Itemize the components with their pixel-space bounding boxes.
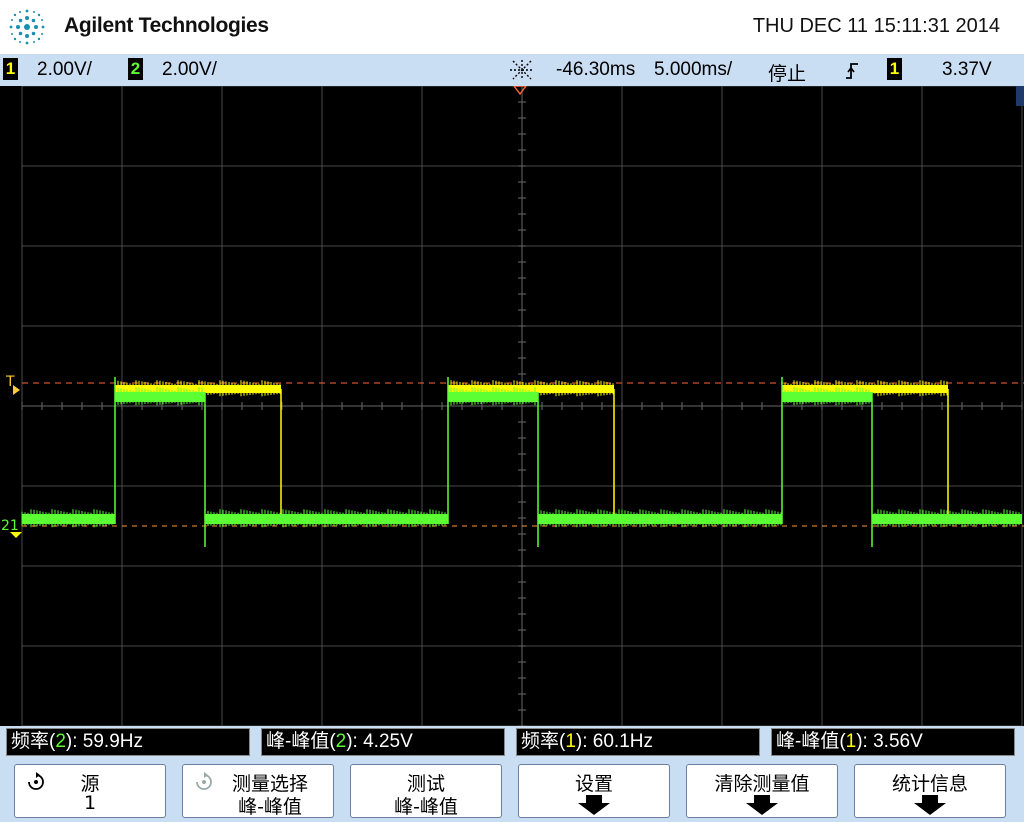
trigger-source-badge[interactable]: 1 — [887, 58, 902, 80]
meas-label: 峰-峰值( — [776, 731, 846, 752]
measurement-pkpk-ch2[interactable]: 峰-峰值(2): 4.25V — [261, 728, 505, 756]
status-bar: 1 2.00V/ 2 2.00V/ -46.30ms 5.000ms/ 停止 1… — [0, 54, 1024, 86]
softkey-settings-label: 设置 — [574, 773, 613, 795]
softkey-test[interactable]: 测试 峰-峰值 — [350, 764, 502, 818]
softkey-clear-measurements[interactable]: 清除测量值 — [686, 764, 838, 818]
brand-name: Agilent Technologies — [64, 14, 269, 37]
down-arrow-icon — [914, 795, 946, 815]
ch2-scale: 2.00V/ — [162, 59, 217, 80]
measurement-freq-ch1[interactable]: 频率(1): 60.1Hz — [516, 728, 760, 756]
softkey-test-value: 峰-峰值 — [394, 796, 458, 818]
meas-value: ): 60.1Hz — [575, 731, 653, 752]
measurement-pkpk-ch1[interactable]: 峰-峰值(1): 3.56V — [771, 728, 1015, 756]
meas-label: 峰-峰值( — [266, 731, 336, 752]
agilent-logo-icon — [9, 9, 45, 45]
meas-channel: 1 — [565, 731, 576, 752]
trigger-time-marker — [513, 86, 527, 96]
softkey-statistics[interactable]: 统计信息 — [854, 764, 1006, 818]
softkey-source-value: 1 — [83, 792, 97, 814]
time-scale: 5.000ms/ — [654, 59, 733, 80]
softkey-statistics-label: 统计信息 — [891, 773, 968, 795]
datetime: THU DEC 11 15:11:31 2014 — [752, 15, 1000, 37]
meas-label: 频率( — [521, 731, 566, 752]
meas-value: ): 4.25V — [346, 731, 413, 752]
softkey-clear-label: 清除测量值 — [714, 773, 810, 795]
rising-edge-trigger-icon — [846, 63, 858, 79]
run-state: 停止 — [768, 63, 807, 85]
ch1-badge[interactable]: 1 — [3, 58, 18, 80]
softkey-settings[interactable]: 设置 — [518, 764, 670, 818]
down-arrow-icon — [746, 795, 778, 815]
measurement-bar: 频率(2): 59.9Hz 峰-峰值(2): 4.25V 频率(1): 60.1… — [0, 726, 1024, 760]
softkey-measure-select-value: 峰-峰值 — [238, 796, 302, 818]
trigger-level-marker: T — [5, 374, 20, 395]
time-offset: -46.30ms — [556, 59, 636, 80]
waveform-graticule: T 21 — [1, 86, 1024, 726]
trigger-level: 3.37V — [942, 59, 992, 80]
waveform-display[interactable]: T 21 — [0, 86, 1024, 726]
channel-marker-label: 21 — [1, 518, 19, 534]
meas-value: ): 3.56V — [856, 731, 923, 752]
softkey-measure-select[interactable]: 测量选择 峰-峰值 — [182, 764, 334, 818]
ch2-badge[interactable]: 2 — [128, 58, 143, 80]
time-reference-icon — [510, 60, 534, 80]
meas-channel: 2 — [335, 731, 347, 752]
meas-label: 频率( — [11, 731, 56, 752]
meas-channel: 1 — [845, 731, 857, 752]
down-arrow-icon — [578, 795, 610, 815]
measurement-freq-ch2[interactable]: 频率(2): 59.9Hz — [6, 728, 250, 756]
meas-value: ): 59.9Hz — [65, 731, 143, 752]
meas-channel: 2 — [55, 731, 66, 752]
ch1-scale: 2.00V/ — [37, 59, 92, 80]
ch2-trace-low — [22, 514, 115, 524]
softkey-source[interactable]: 源 1 — [14, 764, 166, 818]
header: Agilent Technologies THU DEC 11 15:11:31… — [0, 0, 1024, 54]
softkey-bar: 源 1 测量选择 峰-峰值 测试 峰-峰值 设置 清除测量值 统计信息 — [0, 760, 1024, 822]
channel-ground-markers: 21 — [1, 518, 22, 538]
